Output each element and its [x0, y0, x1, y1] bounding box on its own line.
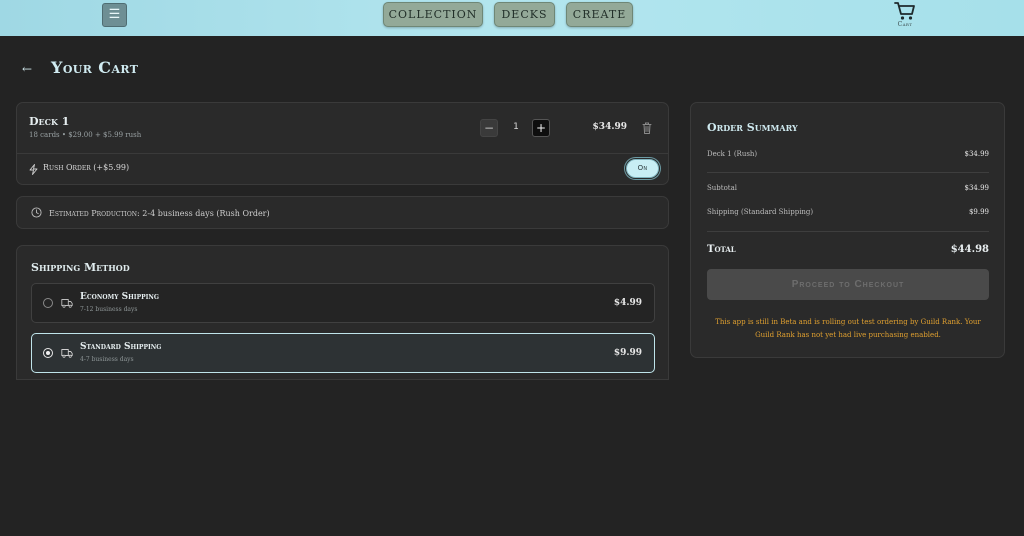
summary-divider — [707, 172, 989, 173]
shipping-option-economy[interactable]: Economy Shipping 7-12 business days $4.9… — [31, 283, 655, 323]
shipping-method-card: Shipping Method Economy Shipping 7-12 bu… — [16, 245, 669, 380]
card-divider — [17, 153, 668, 154]
cart-item-card: Deck 1 18 cards • $29.00 + $5.99 rush − … — [16, 102, 669, 185]
shipping-option-name: Economy Shipping — [80, 292, 160, 302]
economy-radio[interactable] — [43, 298, 53, 308]
shipping-cost-value: $9.99 — [968, 208, 989, 216]
shipping-option-price: $4.99 — [613, 298, 642, 308]
rush-order-label: Rush Order (+$5.99) — [43, 163, 130, 172]
cart-item-name: Deck 1 — [29, 115, 70, 128]
shipping-option-standard[interactable]: Standard Shipping 4-7 business days $9.9… — [31, 333, 655, 373]
order-summary-card: Order Summary Deck 1 (Rush) $34.99 Subto… — [690, 102, 1005, 358]
nav-collection-button[interactable]: COLLECTION — [383, 2, 483, 27]
proceed-to-checkout-button[interactable]: Proceed to Checkout — [707, 269, 989, 300]
increase-quantity-button[interactable]: + — [532, 119, 550, 137]
rush-order-toggle[interactable]: On — [626, 159, 659, 178]
cart-label: Cart — [897, 21, 913, 28]
summary-divider — [707, 231, 989, 232]
summary-shipping: Shipping (Standard Shipping) $9.99 — [707, 208, 989, 216]
top-navigation-bar: ☰ COLLECTION DECKS CREATE Cart — [0, 0, 1024, 36]
shipping-option-price: $9.99 — [613, 348, 642, 358]
shipping-option-days: 7-12 business days — [80, 306, 138, 313]
shipping-cost-label: Shipping (Standard Shipping) — [707, 208, 814, 216]
production-estimate-card: Estimated Production: 2-4 business days … — [16, 196, 669, 229]
summary-line-item: Deck 1 (Rush) $34.99 — [707, 150, 989, 158]
order-summary-title: Order Summary — [707, 121, 798, 134]
cart-item-details: 18 cards • $29.00 + $5.99 rush — [29, 131, 142, 139]
beta-notice: This app is still in Beta and is rolling… — [715, 318, 981, 339]
shopping-cart-icon — [894, 2, 915, 20]
summary-line-item-label: Deck 1 (Rush) — [707, 150, 758, 158]
production-estimate-label: Estimated Production: — [49, 209, 140, 218]
total-label: Total — [707, 244, 736, 255]
page-title: Your Cart — [51, 58, 139, 77]
shipping-option-days: 4-7 business days — [80, 356, 134, 363]
trash-icon[interactable] — [641, 121, 653, 135]
truck-icon — [61, 349, 73, 358]
nav-create-button[interactable]: CREATE — [566, 2, 633, 27]
menu-button[interactable]: ☰ — [102, 3, 127, 27]
truck-icon — [61, 299, 73, 308]
total-value: $44.98 — [950, 244, 989, 255]
quantity-value: 1 — [513, 122, 519, 132]
summary-total: Total $44.98 — [707, 244, 989, 255]
summary-line-item-value: $34.99 — [964, 150, 990, 158]
decrease-quantity-button[interactable]: − — [480, 119, 498, 137]
lightning-bolt-icon — [29, 164, 38, 175]
subtotal-value: $34.99 — [964, 184, 990, 192]
standard-radio[interactable] — [43, 348, 53, 358]
shipping-option-name: Standard Shipping — [80, 342, 162, 352]
summary-subtotal: Subtotal $34.99 — [707, 184, 989, 192]
cart-item-price: $34.99 — [592, 122, 627, 132]
production-estimate-text: Estimated Production: 2-4 business days … — [49, 209, 270, 218]
hamburger-icon: ☰ — [108, 7, 121, 22]
back-arrow-icon[interactable]: ← — [22, 62, 32, 76]
clock-icon — [31, 207, 42, 218]
shipping-method-title: Shipping Method — [31, 261, 130, 274]
nav-decks-button[interactable]: DECKS — [494, 2, 555, 27]
cart-link[interactable]: Cart — [890, 1, 920, 33]
production-estimate-value: 2-4 business days (Rush Order) — [142, 209, 270, 218]
subtotal-label: Subtotal — [707, 184, 738, 192]
